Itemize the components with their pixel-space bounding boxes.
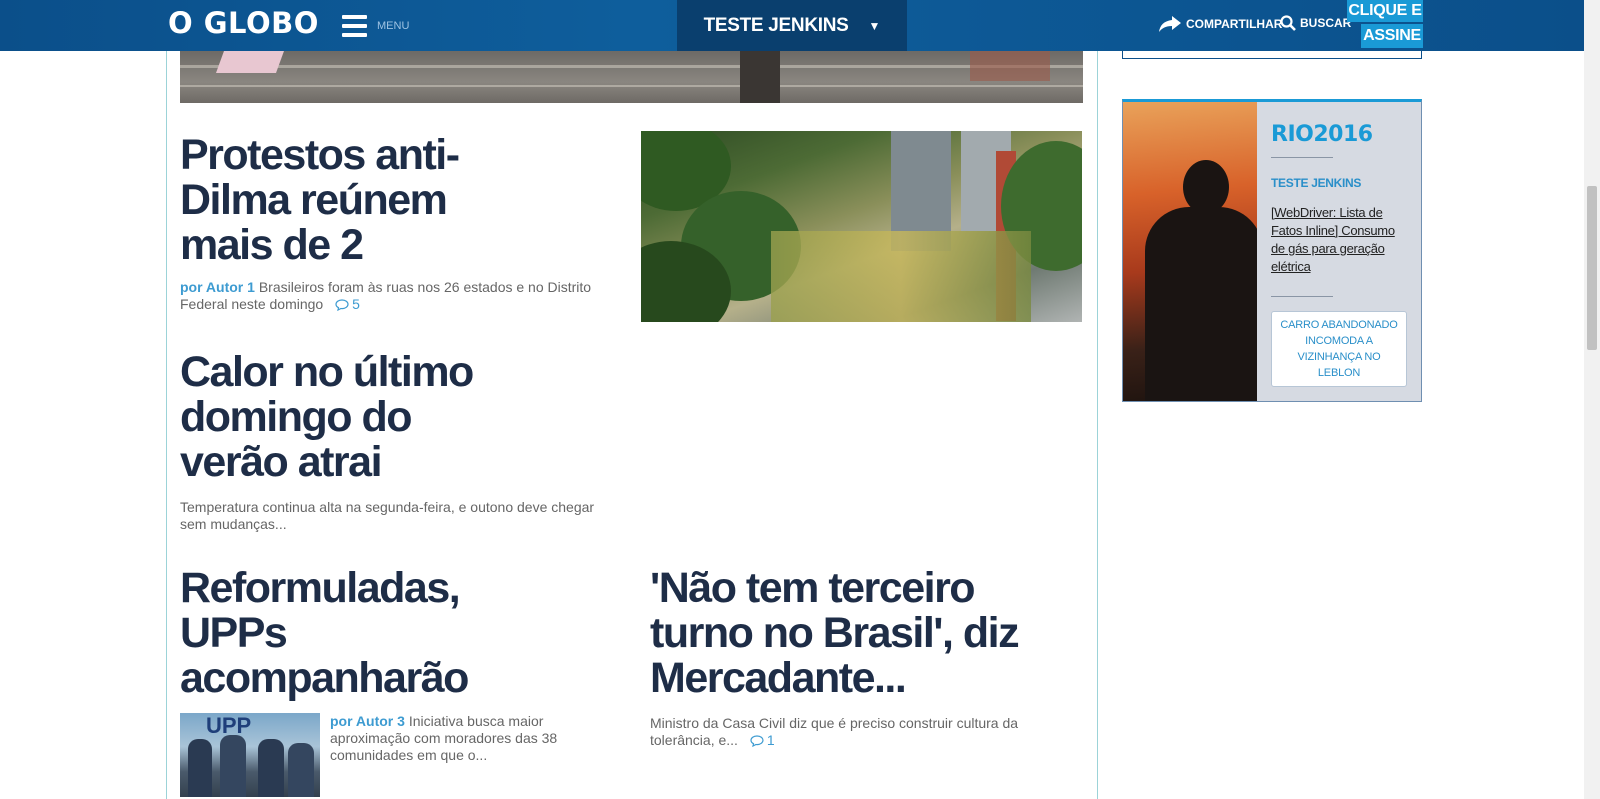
scrollbar-thumb[interactable] bbox=[1587, 186, 1597, 350]
section-title: TESTE JENKINS bbox=[703, 14, 849, 36]
article-image-protest-crowd[interactable] bbox=[641, 131, 1082, 322]
author-link[interactable]: por Autor 3 bbox=[330, 713, 405, 729]
article-excerpt: Temperatura continua alta na segunda-fei… bbox=[180, 499, 595, 532]
article-protestos: Protestos anti-Dilma reúnem mais de 2 po… bbox=[180, 133, 620, 313]
top-navigation-bar: O GLOBO MENU TESTE JENKINS ▼ COMPARTILHA… bbox=[0, 0, 1584, 51]
author-link[interactable]: por Autor 1 bbox=[180, 279, 255, 295]
sidebar-promo-rio2016: RIO2016 TESTE JENKINS [WebDriver: Lista … bbox=[1122, 99, 1422, 402]
promo-article-link[interactable]: [WebDriver: Lista de Fatos Inline] Consu… bbox=[1271, 204, 1401, 276]
sidebar-top-widget bbox=[1122, 51, 1422, 59]
search-button[interactable]: BUSCAR bbox=[1280, 15, 1351, 31]
search-label: BUSCAR bbox=[1300, 16, 1352, 30]
article-headline[interactable]: Calor no último domingo do verão atrai bbox=[180, 350, 490, 485]
share-arrow-icon bbox=[1159, 16, 1181, 32]
page-scrollbar[interactable] bbox=[1584, 0, 1600, 799]
search-icon bbox=[1280, 15, 1296, 31]
comments-count: 1 bbox=[766, 732, 775, 748]
chevron-down-icon: ▼ bbox=[868, 18, 881, 33]
subscribe-button[interactable]: CLIQUE E ASSINE bbox=[1347, 0, 1423, 48]
article-image-upp-officers[interactable]: UPP bbox=[180, 713, 320, 797]
comments-link[interactable]: 1 bbox=[750, 732, 775, 748]
article-upps: Reformuladas, UPPs acompanharão UPP por … bbox=[180, 566, 620, 797]
article-headline[interactable]: 'Não tem terceiro turno no Brasil', diz … bbox=[650, 566, 1070, 701]
divider bbox=[1271, 157, 1333, 158]
main-column-border-left bbox=[166, 51, 167, 799]
promo-section-label: TESTE JENKINS bbox=[1271, 176, 1362, 190]
site-logo[interactable]: O GLOBO bbox=[168, 6, 319, 40]
main-column-border-right bbox=[1097, 51, 1098, 799]
section-dropdown[interactable]: TESTE JENKINS ▼ bbox=[677, 0, 907, 51]
share-label: COMPARTILHAR bbox=[1186, 17, 1283, 31]
comments-link[interactable]: 5 bbox=[335, 296, 360, 312]
hamburger-icon bbox=[342, 15, 367, 37]
divider bbox=[1271, 296, 1333, 297]
menu-label: MENU bbox=[377, 20, 410, 32]
promo-related-button[interactable]: CARRO ABANDONADO INCOMODA A VIZINHANÇA N… bbox=[1271, 311, 1407, 387]
article-excerpt: Ministro da Casa Civil diz que é preciso… bbox=[650, 715, 1030, 749]
subscribe-line-1: CLIQUE E bbox=[1347, 0, 1423, 22]
promo-image[interactable] bbox=[1123, 102, 1263, 401]
share-button[interactable]: COMPARTILHAR bbox=[1158, 15, 1282, 33]
rio2016-logo[interactable]: RIO2016 bbox=[1271, 122, 1421, 147]
promo-panel: RIO2016 TESTE JENKINS [WebDriver: Lista … bbox=[1257, 102, 1421, 401]
comment-bubble-icon bbox=[750, 735, 764, 748]
excerpt-text: Ministro da Casa Civil diz que é preciso… bbox=[650, 715, 1019, 748]
article-excerpt: por Autor 1 Brasileiros foram às ruas no… bbox=[180, 279, 610, 313]
hero-image[interactable] bbox=[180, 51, 1083, 103]
article-excerpt: por Autor 3 Iniciativa busca maior aprox… bbox=[330, 713, 570, 797]
article-mercadante: 'Não tem terceiro turno no Brasil', diz … bbox=[650, 566, 1070, 749]
article-calor: Calor no último domingo do verão atrai T… bbox=[180, 350, 620, 533]
comment-bubble-icon bbox=[335, 299, 349, 312]
comments-count: 5 bbox=[352, 296, 360, 312]
subscribe-line-2: ASSINE bbox=[1361, 24, 1423, 48]
menu-button[interactable]: MENU bbox=[342, 14, 409, 38]
article-headline[interactable]: Reformuladas, UPPs acompanharão bbox=[180, 566, 490, 701]
article-headline[interactable]: Protestos anti-Dilma reúnem mais de 2 bbox=[180, 133, 480, 268]
